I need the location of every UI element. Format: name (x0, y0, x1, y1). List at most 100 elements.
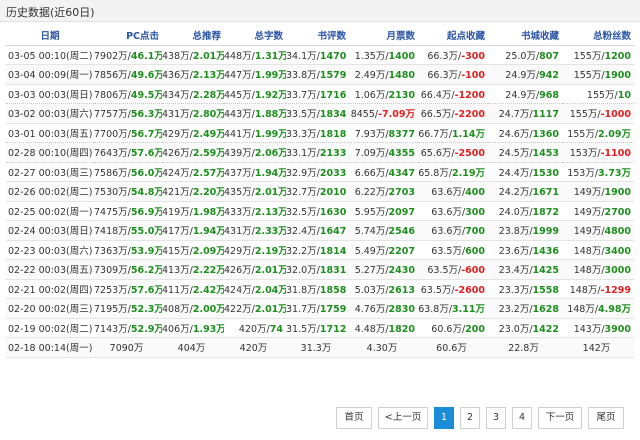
cell-bookcity-favorites: 22.8万 (488, 337, 562, 358)
cell-base-value: 66.3万/ (427, 50, 462, 62)
cell-base-value: 23.3万/ (498, 284, 533, 296)
cell-total-recommend: 411万/2.42万 (162, 279, 224, 299)
cell-total-fans: 148万/-1299 (562, 279, 634, 299)
cell-delta-positive: 1999 (532, 226, 559, 238)
cell-total-recommend: 408万/2.00万 (162, 298, 224, 319)
cell-delta-positive: 1831 (319, 265, 347, 277)
cell-delta-positive: 1400 (388, 50, 415, 62)
cell-delta-positive: 1360 (532, 128, 559, 140)
cell-base-value: 24.4万/ (498, 167, 533, 179)
next-page-button[interactable]: 下一页 (538, 407, 582, 429)
cell-pc-clicks: 7757万/56.3万 (94, 103, 162, 124)
cell-total-words: 445万/1.92万 (224, 84, 286, 104)
cell-monthly-tickets: 4.30万 (349, 337, 418, 358)
cell-pc-clicks: 7586万/56.0万 (94, 162, 162, 182)
cell-monthly-tickets: 8455/-7.09万 (349, 103, 418, 124)
cell-base-value: 421万/ (162, 187, 193, 199)
cell-qidian-favorites: 66.5万/-2200 (418, 103, 488, 124)
cell-delta-negative: -1200 (454, 89, 485, 101)
cell-qidian-favorites: 66.7万/1.14万 (418, 123, 488, 143)
cell-base-value: 65.6万/ (420, 148, 455, 160)
cell-date: 03-03 00:03(周日) (6, 84, 94, 104)
cell-bookcity-favorites: 23.4万/1425 (488, 259, 562, 280)
cell-delta-positive: 1.99万 (254, 70, 286, 82)
cell-delta-positive: 2097 (388, 206, 415, 218)
cell-base-value: 33.3万/ (286, 128, 320, 140)
cell-delta-positive: 56.0万 (130, 167, 162, 179)
cell-base-value: 7.09万/ (354, 148, 389, 160)
cell-base-value: 24.0万/ (498, 206, 533, 218)
cell-base-value: 4.76万/ (354, 304, 389, 316)
cell-base-value: 443万/ (224, 109, 255, 121)
cell-base-value: 23.6万/ (498, 245, 533, 257)
cell-delta-positive: 200 (465, 323, 485, 335)
cell-qidian-favorites: 65.8万/2.19万 (418, 162, 488, 182)
cell-base-value: 7363万/ (94, 245, 131, 257)
cell-delta-positive: 4.98万 (598, 304, 631, 316)
cell-delta-positive: 600 (465, 245, 485, 257)
cell-base-value: 7530万/ (94, 187, 131, 199)
cell-delta-positive: 1.14万 (452, 128, 485, 140)
cell-date: 03-05 00:10(周二) (6, 45, 94, 65)
page-2-button[interactable]: 2 (460, 407, 480, 429)
history-table: 日期 PC点击 总推荐 总字数 书评数 月票数 起点收藏 书城收藏 总粉丝数 03-05 00:… (6, 26, 634, 358)
cell-date: 02-25 00:02(周一) (6, 201, 94, 221)
cell-delta-negative: -2500 (454, 148, 485, 160)
cell-delta-positive: 57.6万 (130, 148, 162, 160)
column-header-reviews: 书评数 (286, 26, 349, 46)
cell-delta-negative: -7.09万 (378, 109, 415, 121)
cell-base-value: 419万/ (162, 206, 193, 218)
cell-base-value: 63.8万/ (418, 304, 453, 316)
cell-base-value: 420万/ (238, 323, 270, 335)
cell-base-value: 63.6万/ (431, 187, 466, 199)
page-3-button[interactable]: 3 (486, 407, 506, 429)
cell-delta-positive: 49.5万 (130, 89, 162, 101)
cell-base-value: 7806万/ (94, 89, 131, 101)
cell-delta-positive: 2.04万 (254, 284, 286, 296)
last-page-button[interactable]: 尾页 (588, 407, 624, 429)
cell-total-words: 443万/1.88万 (224, 103, 286, 124)
cell-pc-clicks: 7309万/56.2万 (94, 259, 162, 280)
cell-base-value: 1.35万/ (354, 50, 389, 62)
cell-pc-clicks: 7806万/49.5万 (94, 84, 162, 104)
cell-base-value: 149万/ (573, 206, 605, 218)
cell-total-fans: 155万/1900 (562, 64, 634, 85)
cell-base-value: 22.8万 (508, 343, 539, 355)
cell-delta-positive: 1647 (319, 226, 347, 238)
cell-delta-positive: 2430 (388, 265, 415, 277)
cell-delta-positive: 2703 (388, 187, 415, 199)
cell-reviews: 32.4万/1647 (286, 220, 349, 241)
cell-delta-positive: 2130 (388, 89, 415, 101)
cell-delta-positive: 52.3万 (130, 304, 162, 316)
cell-base-value: 32.0万/ (286, 265, 320, 277)
cell-delta-positive: 55.0万 (130, 226, 162, 238)
cell-delta-positive: 1.99万 (254, 128, 286, 140)
cell-base-value: 148万/ (573, 245, 605, 257)
prev-page-button[interactable]: <上一页 (378, 407, 428, 429)
cell-delta-positive: 3.73万 (598, 167, 631, 179)
cell-monthly-tickets: 4.48万/1820 (349, 318, 418, 338)
cell-reviews: 31.7万/1759 (286, 298, 349, 319)
cell-qidian-favorites: 63.8万/3.11万 (418, 298, 488, 319)
cell-base-value: 24.9万/ (505, 89, 540, 101)
cell-base-value: 411万/ (162, 284, 193, 296)
cell-base-value: 66.7万/ (418, 128, 453, 140)
page-1-button[interactable]: 1 (434, 407, 454, 429)
cell-delta-positive: 2133 (319, 148, 347, 160)
cell-base-value: 5.74万/ (354, 226, 389, 238)
cell-delta-positive: 3000 (604, 265, 631, 277)
cell-base-value: 63.6万/ (431, 206, 466, 218)
first-page-button[interactable]: 首页 (336, 407, 372, 429)
page-4-button[interactable]: 4 (512, 407, 532, 429)
cell-delta-positive: 3.11万 (452, 304, 485, 316)
cell-base-value: 433万/ (224, 206, 255, 218)
cell-date: 03-02 00:03(周六) (6, 103, 94, 124)
cell-date: 02-23 00:03(周六) (6, 240, 94, 260)
column-header-date: 日期 (6, 26, 94, 46)
cell-base-value: 31.8万/ (286, 284, 320, 296)
cell-reviews: 33.7万/1716 (286, 84, 349, 104)
cell-total-words: 448万/1.31万 (224, 45, 286, 65)
cell-base-value: 7143万/ (94, 323, 131, 335)
cell-total-words: 424万/2.04万 (224, 279, 286, 299)
cell-delta-positive: 1480 (388, 70, 415, 82)
